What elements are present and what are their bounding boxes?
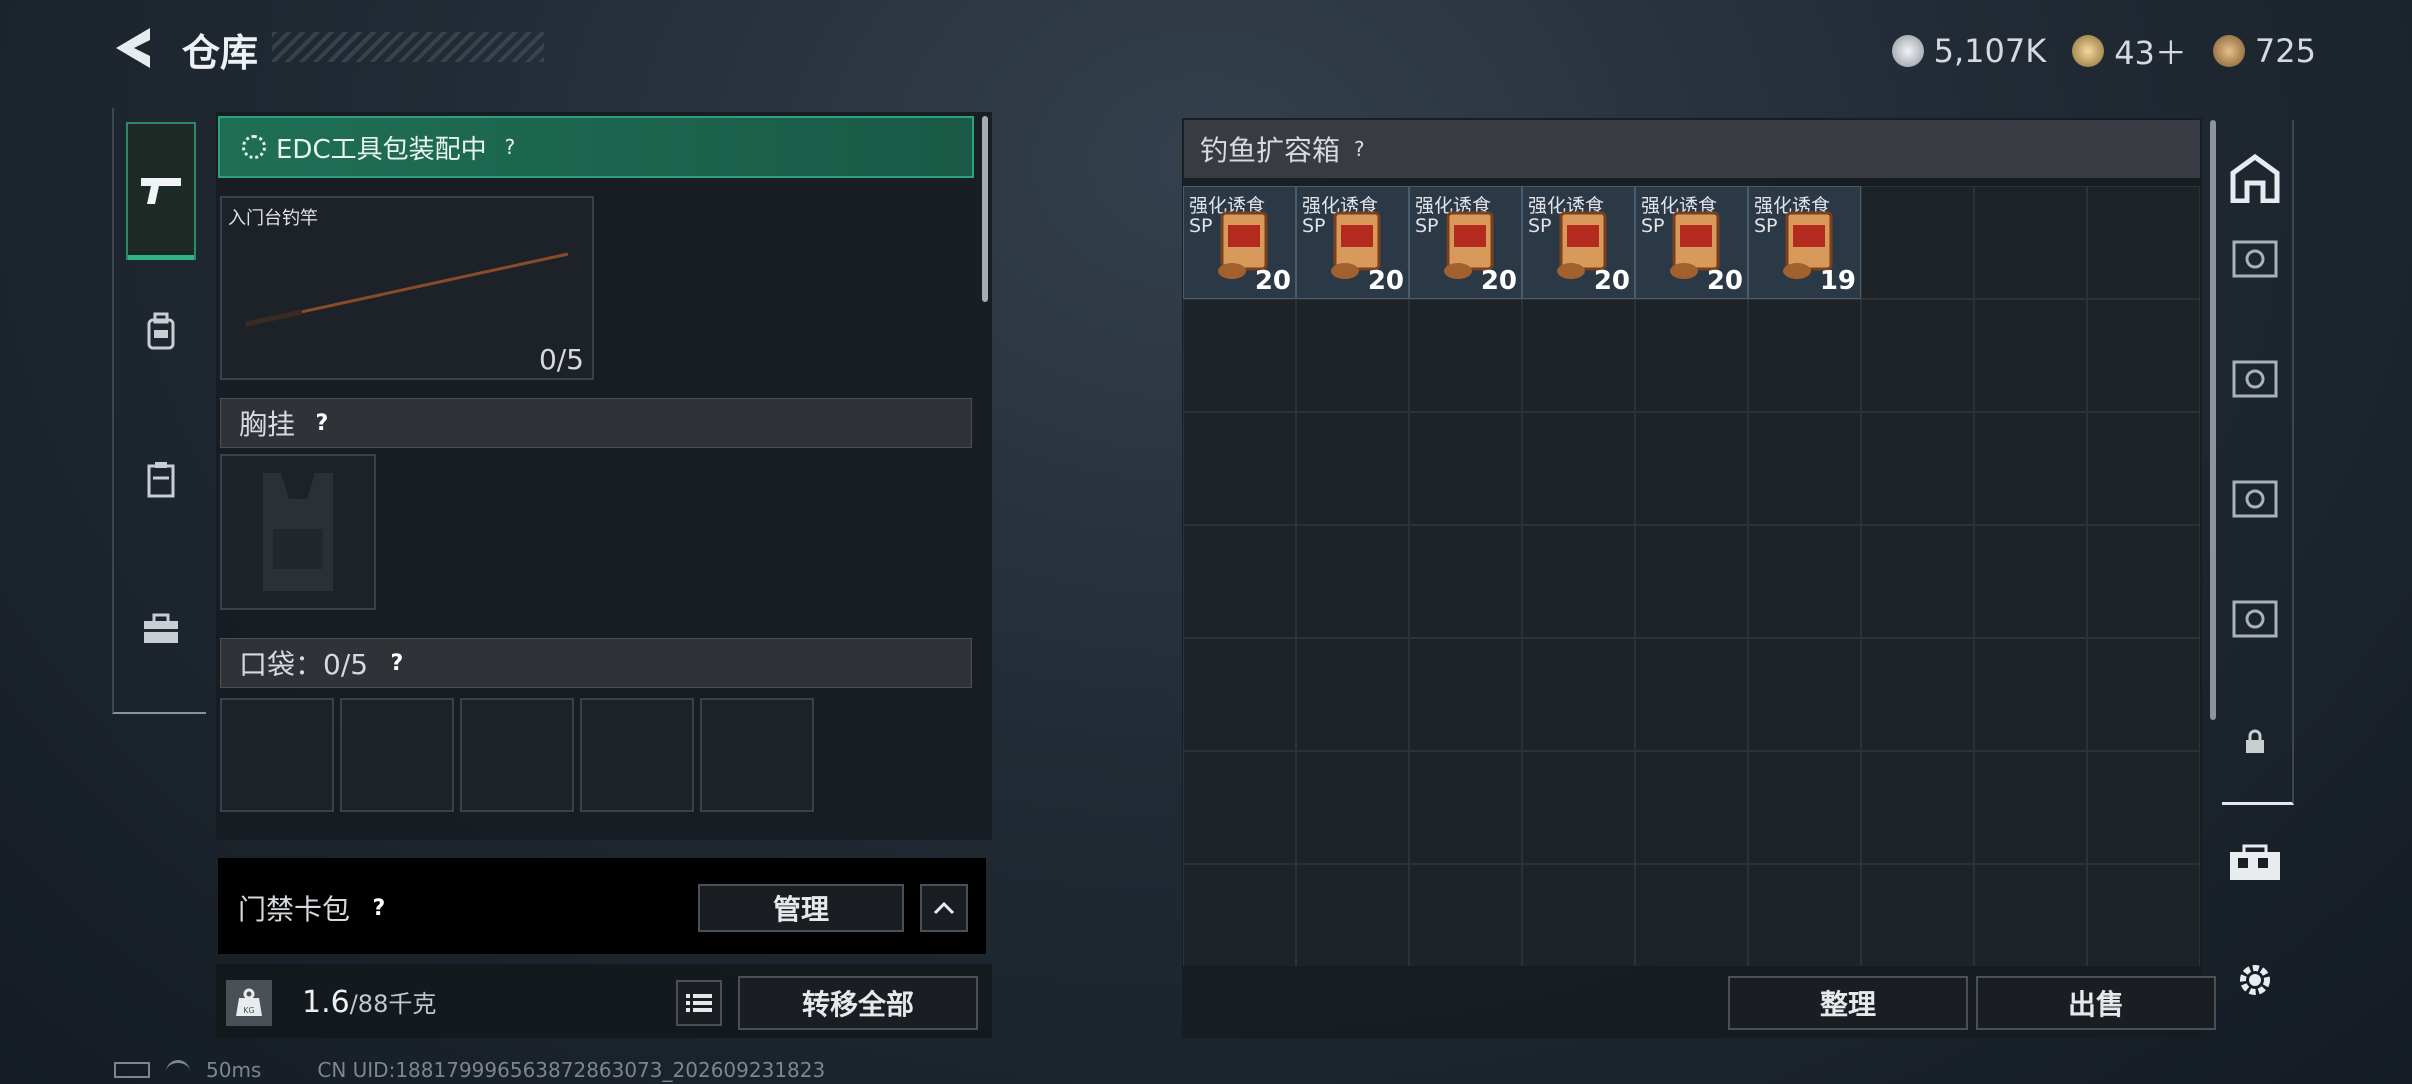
pocket-label: 口袋：0/5 [239,648,369,681]
title-stripes [272,32,544,62]
container-icon [2232,600,2278,638]
help-icon[interactable]: ? [505,135,516,159]
sell-button[interactable]: 出售 [1976,976,2216,1030]
bait-item[interactable]: 强化诱食 SP 19 [1748,186,1861,299]
transfer-all-button[interactable]: 转移全部 [738,976,978,1030]
bait-item[interactable]: 强化诱食 SP 20 [1409,186,1522,299]
wifi-icon [166,1059,190,1081]
lock-icon [2246,729,2264,753]
back-arrow-icon [116,28,150,68]
storage-title: 钓鱼扩容箱 [1200,134,1341,167]
edc-banner[interactable]: EDC工具包装配中 ? [218,116,974,178]
left-tab-column [112,108,206,714]
pocket-slot-3[interactable] [460,698,574,812]
bait-item[interactable]: 强化诱食 SP 20 [1183,186,1296,299]
container-icon [2232,360,2278,398]
currency-gold[interactable]: 43＋ [2114,28,2187,74]
keycard-label-row: 门禁卡包 ? [238,888,394,928]
case-icon [147,462,175,498]
weight-max: /88千克 [349,990,437,1018]
currency-bar: 5,107K 43＋ 725 [1891,28,2316,74]
collapse-button[interactable] [920,884,968,932]
tab-toolbox[interactable] [126,594,196,664]
tab-weapon[interactable] [126,122,196,260]
storage-scrollbar[interactable] [2210,120,2216,720]
tab-container-3[interactable] [2225,468,2285,528]
bronze-coin-icon [2212,35,2245,67]
kettlebell-icon: KG [236,988,262,1016]
help-icon[interactable]: ? [1354,137,1365,161]
gear-icon [2240,965,2270,995]
storage-home-icon [2230,153,2280,203]
svg-text:KG: KG [243,1006,254,1015]
settings-button[interactable] [2225,950,2285,1010]
pocket-header: 口袋：0/5 ? [220,638,972,688]
page-title: 仓库 [182,31,259,75]
status-bar: 50ms CN UID:18817999656387286307​3_20260… [114,1058,825,1082]
chest-rig-icon [263,473,333,591]
tab-backpack[interactable] [126,296,196,366]
list-icon [686,994,712,1012]
back-button[interactable] [112,26,154,70]
tab-container-2[interactable] [2225,348,2285,408]
storage-header: 钓鱼扩容箱 ? [1184,120,2200,178]
chevron-up-icon [933,901,955,915]
tab-storage-home[interactable] [2225,148,2285,208]
container-icon [2232,240,2278,278]
help-icon[interactable]: ? [358,887,400,929]
container-tab-column [2222,120,2294,805]
tab-container-1[interactable] [2225,228,2285,288]
uid-text: CN UID:18817999656387286307​3_2026092318… [317,1058,826,1082]
bait-item[interactable]: 强化诱食 SP 20 [1522,186,1635,299]
battery-icon [114,1062,150,1078]
scrollbar[interactable] [982,116,988,302]
bait-item[interactable]: 强化诱食 SP 20 [1296,186,1409,299]
storage-grid: 强化诱食 SP 20 强化诱食 SP 20 强化诱食 SP 20 强化诱食 SP 20 … [1183,186,2203,966]
tab-case[interactable] [126,444,196,514]
backpack-icon [147,312,175,350]
weight-icon: KG [226,980,272,1026]
pistol-icon [141,178,181,204]
weight-current: 1.6 [302,985,350,1020]
help-icon[interactable]: ? [301,402,343,444]
gold-triangle-icon [2072,35,2105,67]
tab-locked[interactable] [2225,712,2285,772]
manage-button[interactable]: 管理 [698,884,904,932]
tab-container-4[interactable] [2225,588,2285,648]
rod-count: 0/5 [538,343,584,376]
keycard-label: 门禁卡包 [238,893,351,926]
currency-bronze: 725 [2254,32,2316,70]
bait-item[interactable]: 强化诱食 SP 20 [1635,186,1748,299]
currency-silver: 5,107K [1933,32,2047,70]
vest-header: 胸挂 ? [220,398,972,448]
pocket-slot-2[interactable] [340,698,454,812]
vest-slot[interactable] [220,454,376,610]
edc-banner-label: EDC工具包装配中 [276,134,487,165]
vest-label: 胸挂 [239,408,296,441]
sort-button[interactable]: 整理 [1728,976,1968,1030]
toolbox-icon [144,613,178,643]
gear-badge-icon [242,135,266,159]
pocket-slot-5[interactable] [700,698,814,812]
pocket-slot-1[interactable] [220,698,334,812]
ping-text: 50ms [206,1058,262,1082]
weight-readout: 1.6/88千克 [302,984,436,1020]
container-icon [2232,480,2278,518]
tab-fishing-box[interactable] [2225,834,2285,894]
tackle-box-icon [2230,844,2280,880]
list-view-button[interactable] [676,980,722,1026]
silver-coin-icon [1891,35,1924,67]
pocket-slot-4[interactable] [580,698,694,812]
fishing-rod-slot[interactable]: 入门台钓竿 0/5 [220,196,594,380]
help-icon[interactable]: ? [376,642,418,684]
